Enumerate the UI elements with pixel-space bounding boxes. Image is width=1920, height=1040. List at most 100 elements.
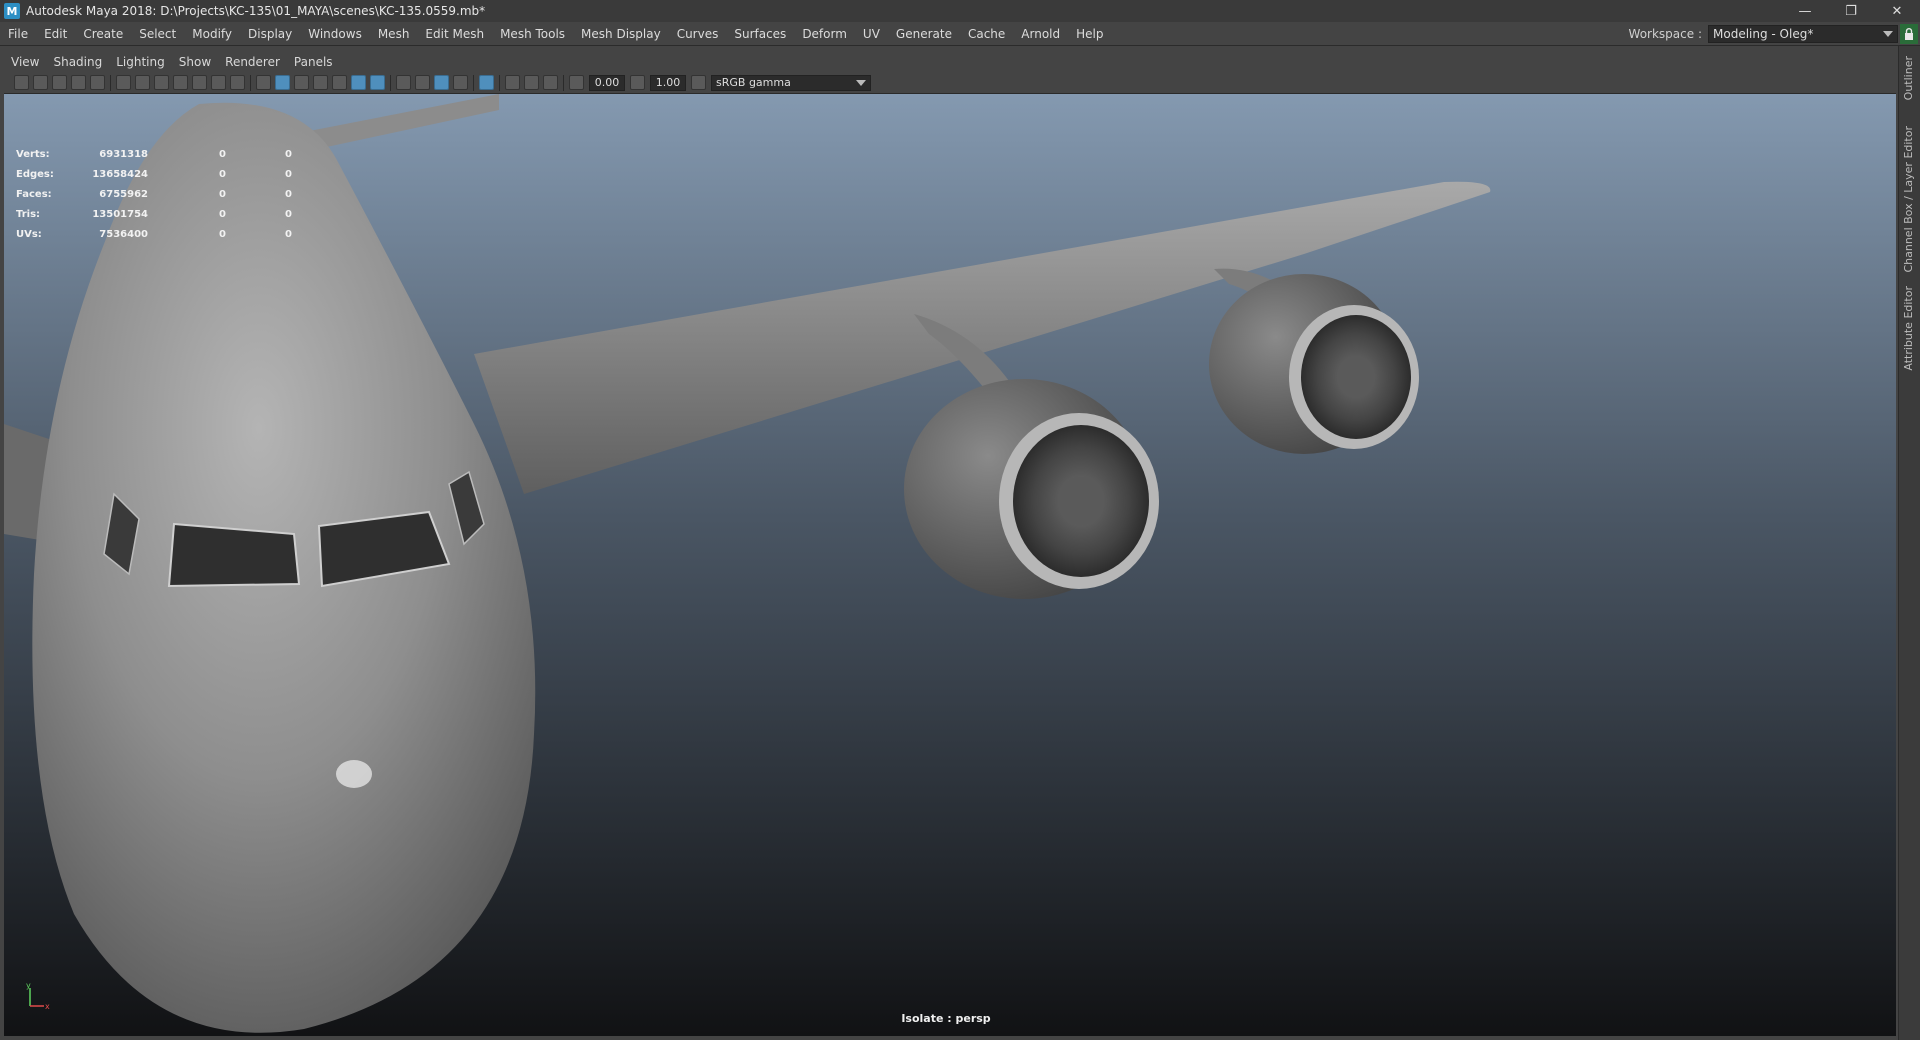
- menu-file[interactable]: File: [0, 27, 36, 41]
- exposure-field[interactable]: 0.00: [589, 74, 625, 91]
- menu-uv[interactable]: UV: [855, 27, 888, 41]
- panel-toolbar: 0.00 1.00 sRGB gamma: [4, 72, 1896, 94]
- window-controls: — ❐ ✕: [1782, 0, 1920, 22]
- restore-button[interactable]: ❐: [1828, 0, 1874, 22]
- tab-outliner[interactable]: Outliner: [1902, 56, 1915, 100]
- title-bar: M Autodesk Maya 2018: D:\Projects\KC-135…: [0, 0, 1920, 22]
- close-button[interactable]: ✕: [1874, 0, 1920, 22]
- smooth-shade-icon[interactable]: [275, 75, 290, 90]
- menu-arnold[interactable]: Arnold: [1013, 27, 1068, 41]
- hud-row-edges: Edges: 13658424 0 0: [16, 168, 292, 180]
- color-management-icon[interactable]: [691, 75, 706, 90]
- workspace-label: Workspace :: [1628, 27, 1702, 41]
- isolate-select-icon[interactable]: [479, 75, 494, 90]
- exposure-icon[interactable]: [569, 75, 584, 90]
- axis-y-label: y: [26, 982, 31, 990]
- xray-icon[interactable]: [505, 75, 520, 90]
- view-transform-value: sRGB gamma: [716, 76, 791, 89]
- right-side-tabs: Outliner Channel Box / Layer Editor Attr…: [1898, 46, 1920, 1040]
- panel-menu-panels[interactable]: Panels: [287, 55, 340, 69]
- panel-menu-renderer[interactable]: Renderer: [218, 55, 287, 69]
- wireframe-on-shaded-icon[interactable]: [332, 75, 347, 90]
- viewport-camera-label: Isolate : persp: [901, 1012, 991, 1025]
- hud-row-faces: Faces: 6755962 0 0: [16, 188, 292, 200]
- menu-select[interactable]: Select: [131, 27, 184, 41]
- camera-attributes-icon[interactable]: [33, 75, 48, 90]
- menu-mesh-tools[interactable]: Mesh Tools: [492, 27, 573, 41]
- engine-spinner-2: [1338, 357, 1374, 397]
- resolution-gate-icon[interactable]: [154, 75, 169, 90]
- axis-gizmo-icon: y x: [24, 981, 54, 1015]
- menu-help[interactable]: Help: [1068, 27, 1111, 41]
- toolbar-divider: [250, 74, 251, 91]
- chevron-down-icon: [1883, 31, 1893, 37]
- motion-blur-icon[interactable]: [415, 75, 430, 90]
- use-all-lights-icon[interactable]: [351, 75, 366, 90]
- menu-display[interactable]: Display: [240, 27, 300, 41]
- workspace-selector: Workspace : Modeling - Oleg*: [1629, 24, 1898, 44]
- menu-edit-mesh[interactable]: Edit Mesh: [417, 27, 492, 41]
- hud-row-tris: Tris: 13501754 0 0: [16, 208, 292, 220]
- menu-surfaces[interactable]: Surfaces: [726, 27, 794, 41]
- menu-cache[interactable]: Cache: [960, 27, 1013, 41]
- viewport-panel: View Shading Lighting Show Renderer Pane…: [4, 52, 1896, 1036]
- hud-row-verts: Verts: 6931318 0 0: [16, 148, 292, 160]
- minimize-button[interactable]: —: [1782, 0, 1828, 22]
- textured-icon[interactable]: [313, 75, 328, 90]
- menu-modify[interactable]: Modify: [184, 27, 240, 41]
- safe-title-icon[interactable]: [230, 75, 245, 90]
- chevron-down-icon: [856, 79, 866, 86]
- backface-culling-icon[interactable]: [543, 75, 558, 90]
- hud-row-uvs: UVs: 7536400 0 0: [16, 228, 292, 240]
- shadows-icon[interactable]: [370, 75, 385, 90]
- main-menu-bar: File Edit Create Select Modify Display W…: [0, 22, 1920, 46]
- menu-mesh[interactable]: Mesh: [370, 27, 418, 41]
- gamma-field[interactable]: 1.00: [650, 74, 686, 91]
- gamma-icon[interactable]: [630, 75, 645, 90]
- panel-menu-view[interactable]: View: [4, 55, 46, 69]
- ambient-occlusion-icon[interactable]: [396, 75, 411, 90]
- toolbar-divider: [563, 74, 564, 91]
- toolbar-divider: [473, 74, 474, 91]
- tab-attribute-editor[interactable]: Attribute Editor: [1902, 286, 1915, 371]
- lock-icon[interactable]: [1900, 24, 1918, 44]
- workspace-dropdown[interactable]: Modeling - Oleg*: [1708, 25, 1898, 43]
- xray-joints-icon[interactable]: [524, 75, 539, 90]
- toolbar-divider: [499, 74, 500, 91]
- 3d-viewport[interactable]: Verts: 6931318 0 0 Edges: 13658424 0 0 F…: [4, 94, 1896, 1036]
- menu-deform[interactable]: Deform: [794, 27, 855, 41]
- cockpit-window-left: [167, 522, 301, 588]
- menu-generate[interactable]: Generate: [888, 27, 960, 41]
- view-transform-dropdown[interactable]: sRGB gamma: [711, 74, 871, 91]
- panel-menu-bar: View Shading Lighting Show Renderer Pane…: [4, 52, 1896, 72]
- panel-menu-shading[interactable]: Shading: [46, 55, 109, 69]
- tab-channel-box[interactable]: Channel Box / Layer Editor: [1902, 126, 1915, 273]
- anti-aliasing-icon[interactable]: [434, 75, 449, 90]
- nose-highlight: [336, 760, 372, 788]
- menu-windows[interactable]: Windows: [300, 27, 370, 41]
- menu-create[interactable]: Create: [75, 27, 131, 41]
- grid-icon[interactable]: [116, 75, 131, 90]
- grease-pencil-icon[interactable]: [90, 75, 105, 90]
- menu-curves[interactable]: Curves: [669, 27, 727, 41]
- engine-spinner-1: [1059, 477, 1103, 525]
- window-title: Autodesk Maya 2018: D:\Projects\KC-135\0…: [26, 4, 486, 18]
- image-plane-icon[interactable]: [71, 75, 86, 90]
- default-material-icon[interactable]: [294, 75, 309, 90]
- depth-of-field-icon[interactable]: [453, 75, 468, 90]
- menu-edit[interactable]: Edit: [36, 27, 75, 41]
- safe-action-icon[interactable]: [211, 75, 226, 90]
- gate-mask-icon[interactable]: [173, 75, 188, 90]
- toolbar-divider: [390, 74, 391, 91]
- bookmark-icon[interactable]: [52, 75, 67, 90]
- maya-logo-icon: M: [4, 3, 20, 19]
- camera-select-icon[interactable]: [14, 75, 29, 90]
- poly-count-hud: Verts: 6931318 0 0 Edges: 13658424 0 0 F…: [16, 144, 292, 244]
- panel-menu-show[interactable]: Show: [172, 55, 218, 69]
- wireframe-icon[interactable]: [256, 75, 271, 90]
- menu-mesh-display[interactable]: Mesh Display: [573, 27, 669, 41]
- field-chart-icon[interactable]: [192, 75, 207, 90]
- axis-x-label: x: [45, 1002, 50, 1011]
- panel-menu-lighting[interactable]: Lighting: [109, 55, 172, 69]
- film-gate-icon[interactable]: [135, 75, 150, 90]
